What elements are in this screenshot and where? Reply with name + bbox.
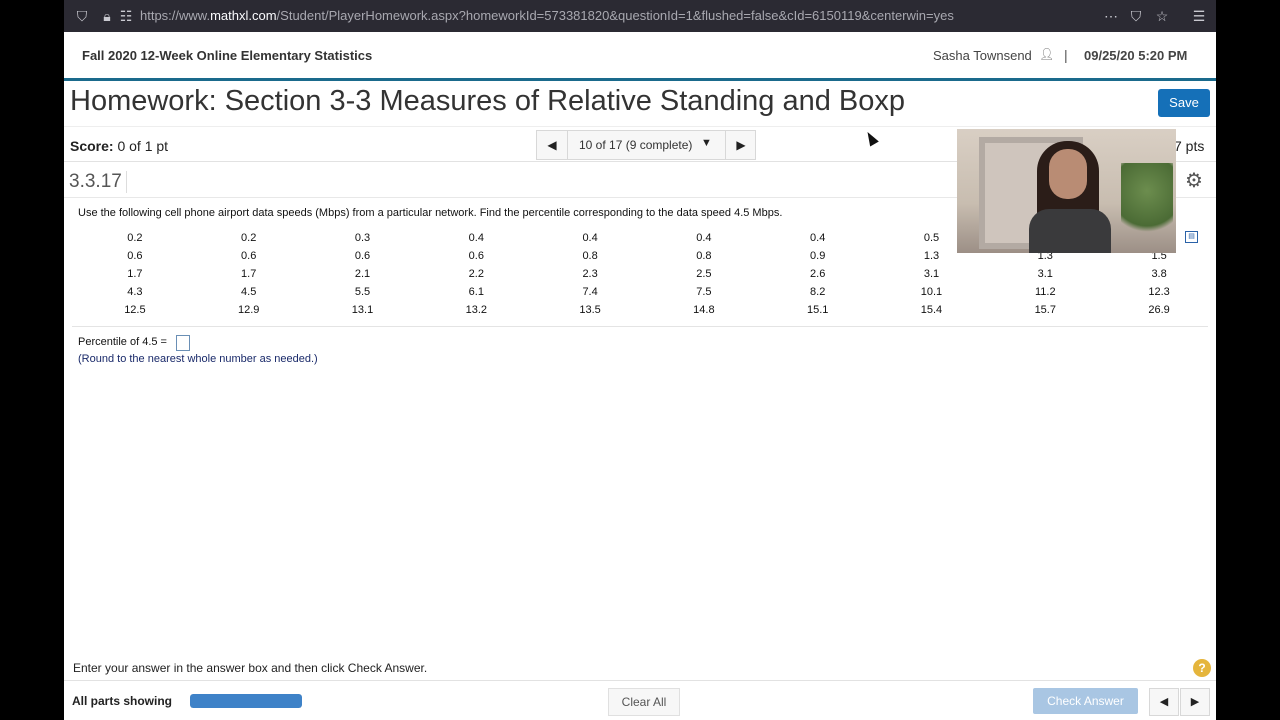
progress-bar <box>190 694 302 708</box>
footer-previous-button[interactable]: ◀ <box>1149 688 1179 716</box>
table-cell: 0.6 <box>354 250 371 262</box>
next-question-button[interactable]: ▶ <box>725 131 756 159</box>
table-cell: 15.1 <box>806 304 829 316</box>
table-row: 12.5 12.9 13.1 13.2 13.5 14.8 15.1 15.4 … <box>78 301 1216 319</box>
data-table-icon[interactable]: ▤ <box>1185 231 1198 243</box>
table-cell: 2.3 <box>582 268 598 280</box>
answer-label: Percentile of 4.5 = <box>78 336 167 348</box>
table-cell: 2.6 <box>810 268 826 280</box>
table-cell: 2.5 <box>696 268 712 280</box>
table-cell: 0.3 <box>354 232 371 244</box>
table-cell: 13.5 <box>579 304 601 316</box>
table-cell: 0.4 <box>468 232 484 244</box>
browser-toolbar: ⛉ 🔒︎ ☷ https://www.mathxl.com/Student/Pl… <box>64 0 1216 32</box>
table-cell: 1.7 <box>241 268 257 280</box>
table-cell: 0.6 <box>127 250 143 262</box>
footer-next-button[interactable]: ▶ <box>1180 688 1210 716</box>
current-datetime: 09/25/20 5:20 PM <box>1084 48 1188 63</box>
homework-points: 7 pts <box>1174 138 1205 154</box>
header-separator: | <box>1064 47 1068 63</box>
table-cell: 0.9 <box>810 250 826 262</box>
table-cell: 11.2 <box>1034 286 1056 298</box>
table-cell: 12.3 <box>1148 286 1170 298</box>
page-settings-icon[interactable]: ☷ <box>117 7 135 25</box>
table-cell: 7.5 <box>696 286 712 298</box>
answer-input[interactable] <box>176 335 190 351</box>
table-cell: 12.9 <box>237 304 260 316</box>
menu-icon[interactable]: ☰ <box>1190 7 1208 25</box>
star-icon[interactable]: ☆ <box>1153 7 1171 25</box>
help-icon[interactable]: ? <box>1193 659 1211 677</box>
question-navigator: ◀ 10 of 17 (9 complete) ▼ ▶ <box>536 130 756 160</box>
table-cell: 6.1 <box>468 286 484 298</box>
question-text: Use the following cell phone airport dat… <box>78 207 783 219</box>
score-label: Score: <box>70 138 114 154</box>
table-cell: 1.7 <box>127 268 143 280</box>
divider <box>72 326 1208 327</box>
table-cell: 0.2 <box>127 232 143 244</box>
table-cell: 7.4 <box>582 286 598 298</box>
course-title[interactable]: Fall 2020 12-Week Online Elementary Stat… <box>82 48 372 63</box>
table-cell: 15.7 <box>1034 304 1056 316</box>
table-cell: 3.1 <box>1037 268 1053 280</box>
score-value: 0 of 1 pt <box>117 138 169 154</box>
table-cell: 4.5 <box>241 286 257 298</box>
progress-bar-fill <box>190 694 302 708</box>
answer-instruction: Enter your answer in the answer box and … <box>73 661 428 675</box>
table-cell: 2.2 <box>468 268 484 280</box>
table-cell: 12.5 <box>124 304 146 316</box>
chevron-down-icon[interactable]: ▼ <box>701 137 712 149</box>
lock-icon[interactable]: 🔒︎ <box>98 7 116 25</box>
question-number: 3.3.17 <box>69 171 127 193</box>
course-header: Fall 2020 12-Week Online Elementary Stat… <box>64 32 1216 81</box>
user-name: Sasha Townsend <box>933 48 1032 63</box>
table-row: 1.7 1.7 2.1 2.2 2.3 2.5 2.6 3.1 3.1 3.8 <box>78 265 1216 283</box>
table-cell: 0.8 <box>582 250 598 262</box>
clear-all-button[interactable]: Clear All <box>608 688 680 716</box>
webcam-plant <box>1121 163 1173 243</box>
table-cell: 0.4 <box>810 232 826 244</box>
table-cell: 0.6 <box>241 250 257 262</box>
table-cell: 2.1 <box>354 268 371 280</box>
table-cell: 13.1 <box>351 304 374 316</box>
user-icon: 👤︎ <box>1039 47 1055 61</box>
check-answer-button[interactable]: Check Answer <box>1033 688 1138 714</box>
save-button[interactable]: Save <box>1158 89 1210 117</box>
score: Score: 0 of 1 pt <box>70 138 168 154</box>
table-cell: 13.2 <box>465 304 487 316</box>
table-row: 4.3 4.5 5.5 6.1 7.4 7.5 8.2 10.1 11.2 12… <box>78 283 1216 301</box>
parts-showing-label: All parts showing <box>72 694 173 708</box>
more-icon[interactable]: ⋯ <box>1102 7 1120 25</box>
webcam-overlay <box>957 129 1176 253</box>
table-cell: 14.8 <box>693 304 715 316</box>
table-cell: 3.1 <box>923 268 940 280</box>
table-cell: 5.5 <box>354 286 371 298</box>
table-cell: 0.2 <box>241 232 257 244</box>
table-cell: 3.8 <box>1151 268 1167 280</box>
table-cell: 0.4 <box>696 232 712 244</box>
question-selector[interactable]: 10 of 17 (9 complete) <box>579 138 692 152</box>
table-cell: 4.3 <box>127 286 143 298</box>
webcam-person-body <box>1029 209 1111 253</box>
rounding-instruction: (Round to the nearest whole number as ne… <box>78 353 318 365</box>
homework-title: Homework: Section 3-3 Measures of Relati… <box>70 85 905 117</box>
gear-icon[interactable]: ⚙ <box>1185 168 1203 193</box>
table-cell: 8.2 <box>810 286 826 298</box>
table-cell: 0.8 <box>696 250 712 262</box>
footer-bar: All parts showing Clear All Check Answer… <box>64 680 1216 720</box>
table-cell: 15.4 <box>920 304 943 316</box>
previous-question-button[interactable]: ◀ <box>537 131 568 159</box>
table-cell: 0.6 <box>468 250 484 262</box>
address-bar[interactable]: https://www.mathxl.com/Student/PlayerHom… <box>140 8 954 23</box>
pocket-icon[interactable]: ⛉ <box>1127 7 1145 25</box>
table-cell: 0.4 <box>582 232 598 244</box>
table-cell: 10.1 <box>920 286 943 298</box>
webcam-person-face <box>1049 149 1087 199</box>
table-cell: 26.9 <box>1148 304 1170 316</box>
shield-icon[interactable]: ⛉ <box>73 7 91 25</box>
